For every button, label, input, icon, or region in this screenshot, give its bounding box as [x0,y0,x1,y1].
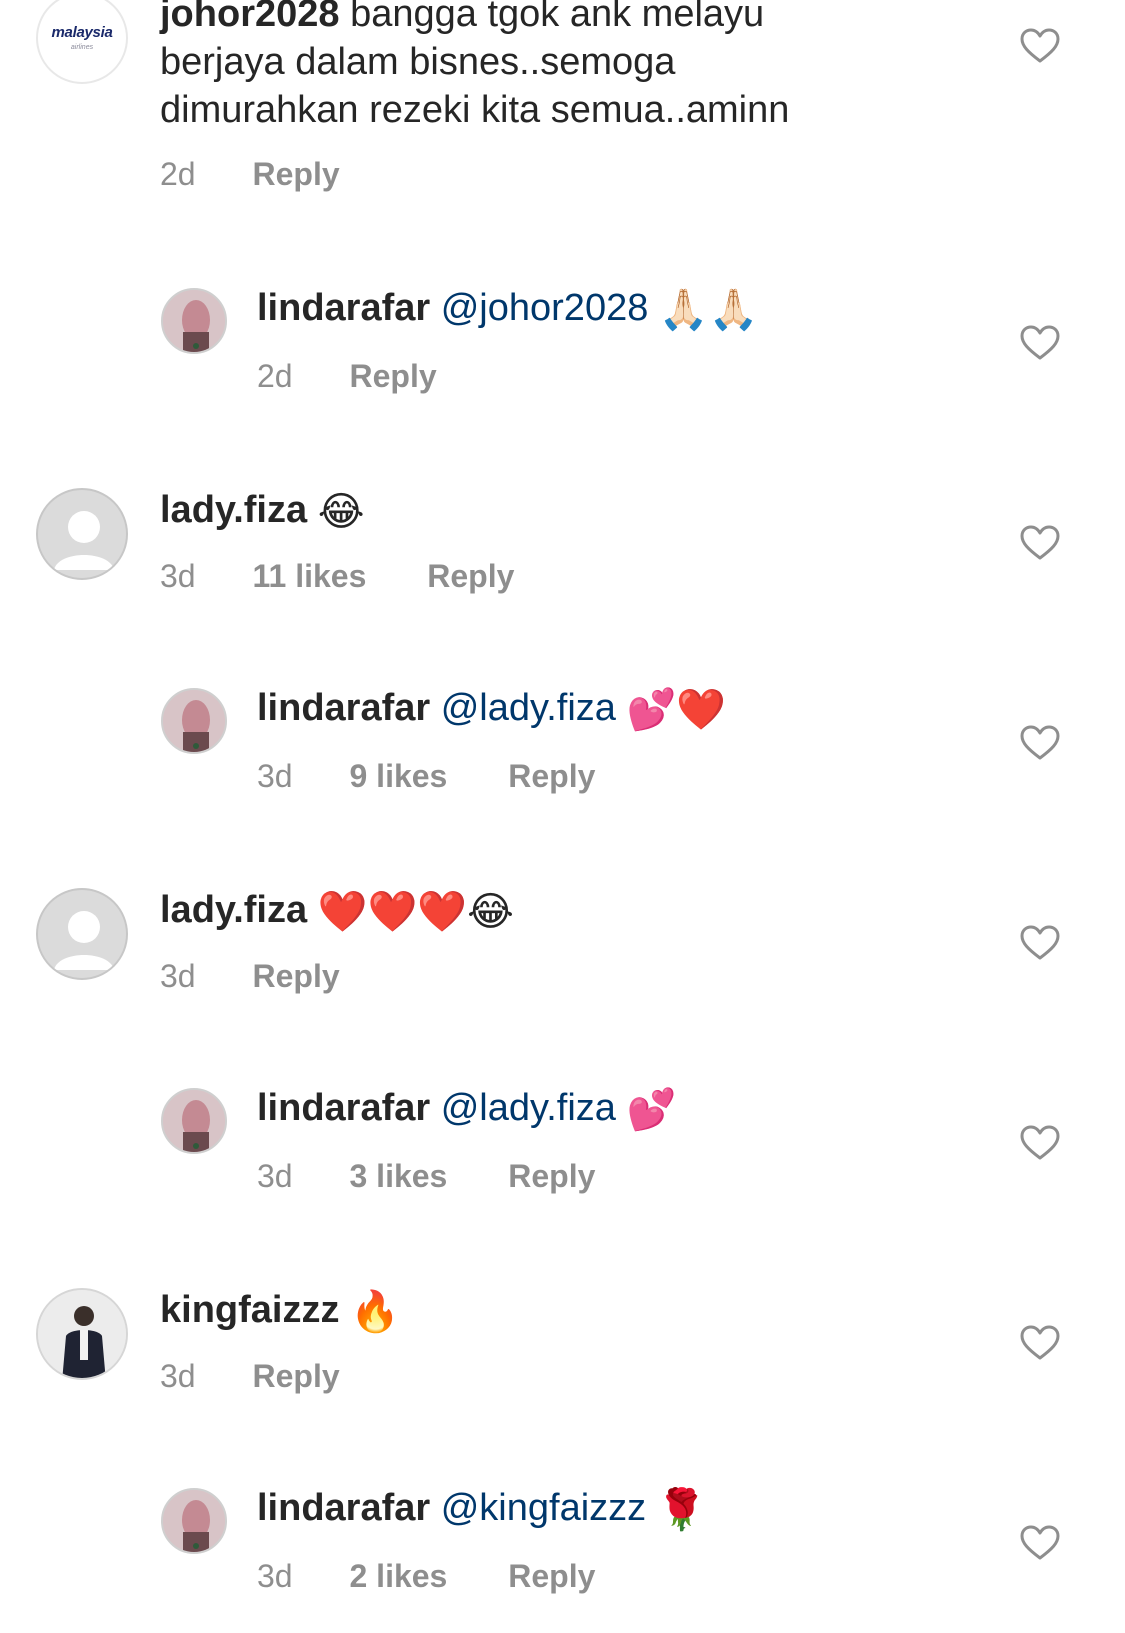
comment-username[interactable]: kingfaizzz [160,1289,339,1331]
comment-body: lady.fiza 😂 [160,486,364,536]
comment-meta: 2d Reply [257,358,437,395]
comment-time: 3d [160,958,196,994]
comment-emoji: 💕❤️ [626,686,727,733]
mention-link[interactable]: @kingfaizzz [441,1487,646,1529]
airline-subtext: airlines [70,44,94,51]
reply-button[interactable]: Reply [252,156,339,193]
comment-meta: 3d 11 likes Reply [160,558,514,595]
heart-icon[interactable] [1020,325,1060,361]
comment-body: lindarafar @lady.fiza 💕❤️ [257,684,726,734]
comment-username[interactable]: lindarafar [257,287,430,329]
heart-icon[interactable] [1020,28,1060,64]
malaysia-airlines-logo: malaysia [51,24,113,41]
mention-link[interactable]: @lady.fiza [441,687,616,729]
comment-time: 3d [257,1158,293,1194]
heart-icon[interactable] [1020,1525,1060,1561]
comment-time: 3d [257,1558,293,1594]
heart-icon[interactable] [1020,925,1060,961]
comment-emoji: 🔥 [350,1288,400,1335]
comment-time: 2d [160,156,196,192]
avatar[interactable] [161,688,227,754]
comment-text: bangga tgok ank melayu [350,0,765,35]
avatar[interactable] [161,288,227,354]
heart-icon[interactable] [1020,725,1060,761]
reply-button[interactable]: Reply [508,1158,595,1195]
comment-likes[interactable]: 11 likes [252,558,366,595]
reply-button[interactable]: Reply [508,758,595,795]
comment-body: lindarafar @johor2028 🙏🏻🙏🏻 [257,284,759,334]
avatar[interactable] [161,1488,227,1554]
heart-icon[interactable] [1020,525,1060,561]
comment-likes[interactable]: 9 likes [349,758,447,795]
avatar[interactable]: malaysia airlines [36,0,128,84]
comment-emoji: 🙏🏻🙏🏻 [658,286,759,333]
comment-time: 3d [257,758,293,794]
default-user-icon[interactable] [36,888,128,980]
mention-link[interactable]: @johor2028 [441,287,649,329]
comment-emoji: ❤️❤️❤️😂 [317,888,514,935]
comment-username[interactable]: lady.fiza [160,889,307,931]
comment-body: johor2028 bangga tgok ank melayu berjaya… [160,0,789,134]
comment-time: 2d [257,358,293,394]
heart-icon[interactable] [1020,1325,1060,1361]
comment-body: kingfaizzz 🔥 [160,1286,400,1336]
comment-emoji: 😂 [317,488,365,535]
reply-button[interactable]: Reply [252,1358,339,1395]
avatar[interactable] [161,1088,227,1154]
heart-icon[interactable] [1020,1125,1060,1161]
comment-meta: 2d Reply [160,156,340,193]
comment-username[interactable]: lady.fiza [160,489,307,531]
comment-emoji: 🌹 [656,1486,707,1533]
comment-body: lindarafar @kingfaizzz 🌹 [257,1484,707,1534]
comment-meta: 3d Reply [160,1358,340,1395]
comment-meta: 3d 2 likes Reply [257,1558,595,1595]
reply-button[interactable]: Reply [508,1558,595,1595]
comment-username[interactable]: lindarafar [257,1087,430,1129]
comment-body: lady.fiza ❤️❤️❤️😂 [160,886,514,936]
comment-time: 3d [160,558,196,594]
reply-button[interactable]: Reply [252,958,339,995]
reply-button[interactable]: Reply [427,558,514,595]
comment-meta: 3d 9 likes Reply [257,758,595,795]
comment-emoji: 💕 [626,1086,677,1133]
comment-text-line-2: berjaya dalam bisnes..semoga [160,41,676,83]
comment-text-line-3: dimurahkan rezeki kita semua..aminn [160,89,790,131]
avatar[interactable] [36,1288,128,1380]
comment-time: 3d [160,1358,196,1394]
comment-username[interactable]: johor2028 [160,0,340,35]
reply-button[interactable]: Reply [349,358,436,395]
comment-likes[interactable]: 2 likes [349,1558,447,1595]
comment-username[interactable]: lindarafar [257,687,430,729]
comment-likes[interactable]: 3 likes [349,1158,447,1195]
comment-body: lindarafar @lady.fiza 💕 [257,1084,676,1134]
comment-meta: 3d Reply [160,958,340,995]
comment-username[interactable]: lindarafar [257,1487,430,1529]
default-user-icon[interactable] [36,488,128,580]
mention-link[interactable]: @lady.fiza [441,1087,616,1129]
comment-meta: 3d 3 likes Reply [257,1158,595,1195]
